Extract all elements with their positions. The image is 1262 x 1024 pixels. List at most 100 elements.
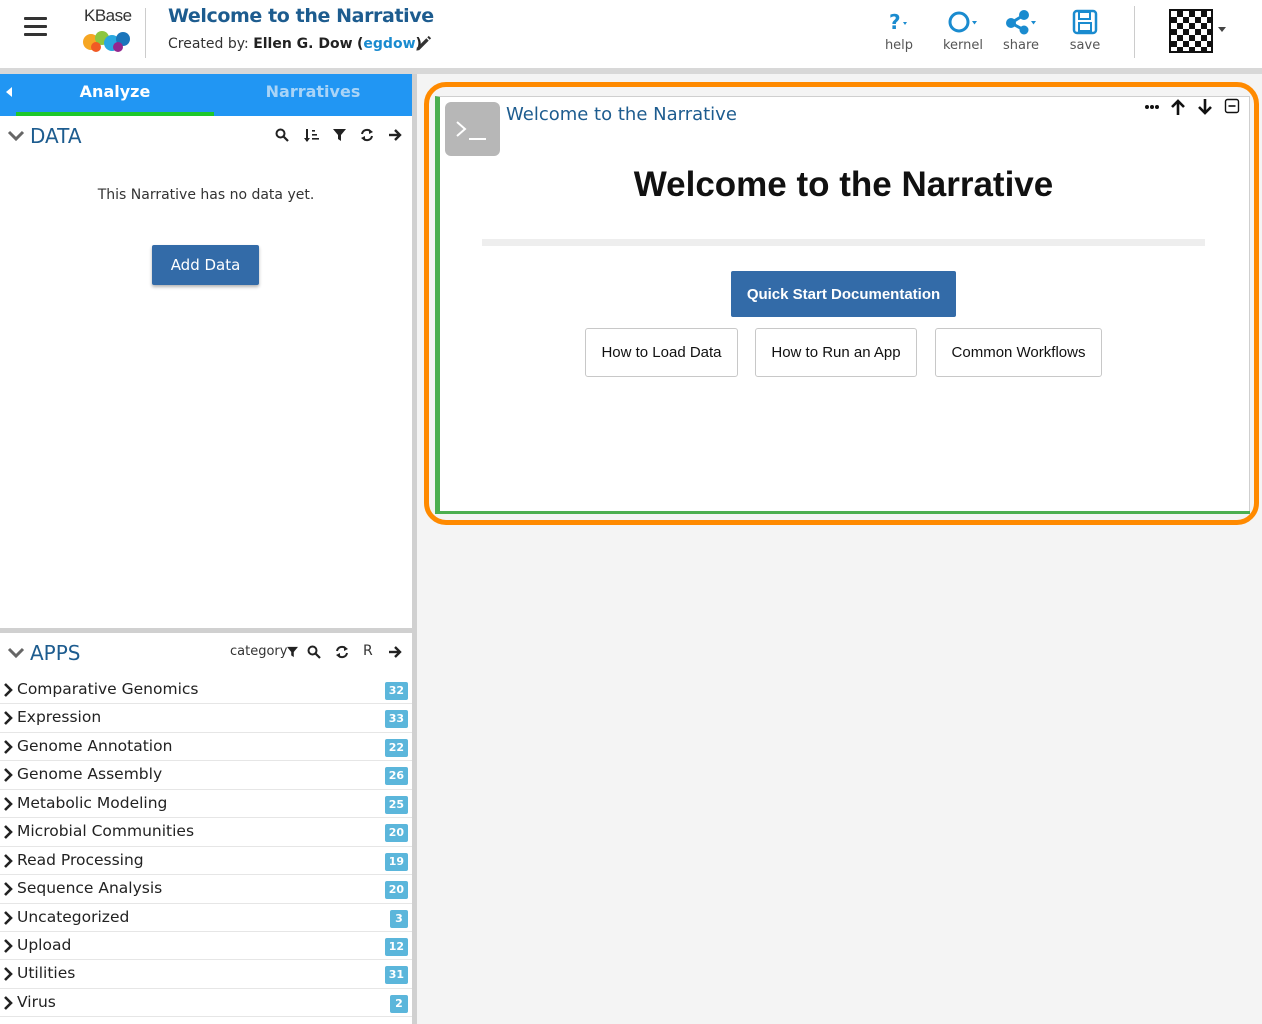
help-button[interactable]: ? help	[871, 8, 927, 53]
user-avatar[interactable]	[1169, 9, 1213, 53]
help-label: help	[884, 38, 914, 53]
apps-refresh-icon[interactable]	[335, 645, 349, 659]
author-username-link[interactable]: egdow	[363, 36, 415, 52]
how-to-load-data-button[interactable]: How to Load Data	[585, 328, 738, 377]
category-filter-icon	[287, 646, 299, 657]
chevron-right-icon	[4, 910, 13, 925]
move-cell-up-arrow-icon[interactable]	[1170, 98, 1186, 120]
hamburger-menu-icon[interactable]	[24, 17, 47, 37]
category-count-badge: 22	[384, 738, 408, 757]
category-label: Upload	[17, 935, 72, 954]
category-row-genome-assembly[interactable]: Genome Assembly 26	[0, 761, 412, 790]
tab-analyze[interactable]: Analyze	[16, 74, 214, 116]
how-to-run-an-app-button[interactable]: How to Run an App	[755, 328, 917, 377]
common-workflows-button[interactable]: Common Workflows	[935, 328, 1102, 377]
save-icon	[1057, 8, 1113, 36]
data-refresh-icon[interactable]	[360, 128, 374, 142]
move-cell-down-arrow-icon[interactable]	[1197, 98, 1213, 120]
share-label: share	[1002, 38, 1040, 53]
apps-category-filter[interactable]: category	[230, 644, 299, 659]
category-label: Microbial Communities	[17, 822, 195, 841]
category-row-comparative-genomics[interactable]: Comparative Genomics 32	[0, 676, 412, 705]
collapse-cell-minus-icon[interactable]	[1224, 98, 1240, 118]
collapse-panel-icon[interactable]	[6, 87, 12, 97]
category-label: Genome Annotation	[17, 736, 173, 755]
data-sort-icon[interactable]	[304, 128, 320, 143]
narrative-title[interactable]: Welcome to the Narrative	[168, 5, 434, 27]
cell-bottom-border	[435, 511, 1250, 514]
share-icon	[993, 8, 1049, 36]
data-section-title: DATA	[30, 124, 82, 148]
category-row-read-processing[interactable]: Read Processing 19	[0, 847, 412, 876]
apps-section-divider	[0, 628, 412, 633]
data-empty-message: This Narrative has no data yet.	[97, 187, 315, 203]
category-label: Genome Assembly	[17, 765, 163, 784]
chevron-right-icon	[4, 739, 13, 754]
category-row-microbial-communities[interactable]: Microbial Communities 20	[0, 818, 412, 847]
category-label: Sequence Analysis	[17, 879, 163, 898]
category-label: Uncategorized	[17, 907, 130, 926]
category-row-sequence-analysis[interactable]: Sequence Analysis 20	[0, 875, 412, 904]
narrative-created-by: Created by: Ellen G. Dow (egdow)	[168, 36, 422, 52]
category-row-expression[interactable]: Expression 33	[0, 704, 412, 733]
user-menu-caret-icon[interactable]	[1218, 27, 1226, 32]
chevron-right-icon	[4, 995, 13, 1010]
category-count-badge: 12	[384, 937, 408, 956]
data-expand-arrow-icon[interactable]	[388, 128, 402, 142]
edit-title-pencil-icon[interactable]	[414, 34, 433, 57]
category-label: Virus	[17, 992, 56, 1011]
chevron-right-icon	[4, 967, 13, 982]
category-label: Utilities	[17, 964, 76, 983]
category-count-badge: 33	[384, 710, 408, 729]
category-row-utilities[interactable]: Utilities 31	[0, 960, 412, 989]
category-row-metabolic-modeling[interactable]: Metabolic Modeling 25	[0, 790, 412, 819]
add-data-button[interactable]: Add Data	[152, 245, 259, 285]
side-panel: Analyze Narratives DATA This Narrative h…	[0, 74, 412, 1024]
apps-r-button[interactable]: R	[363, 643, 373, 659]
apps-section-header: APPS category R	[0, 637, 412, 671]
share-button[interactable]: share	[993, 8, 1049, 53]
data-search-icon[interactable]	[275, 128, 289, 142]
header-divider	[145, 8, 146, 58]
category-row-upload[interactable]: Upload 12	[0, 932, 412, 961]
apps-expand-arrow-icon[interactable]	[388, 645, 402, 659]
chevron-right-icon	[4, 882, 13, 896]
collapse-apps-chevron-icon[interactable]	[7, 643, 25, 661]
help-icon: ?	[871, 8, 927, 36]
logo-text: KBase	[84, 6, 132, 25]
category-label: Expression	[17, 708, 102, 727]
kernel-icon	[935, 8, 991, 36]
heading-divider	[482, 239, 1205, 246]
created-prefix: Created by:	[168, 36, 249, 52]
app-category-list: Comparative Genomics 32 Expression 33 Geno…	[0, 676, 412, 1018]
quick-start-documentation-button[interactable]: Quick Start Documentation	[731, 271, 956, 317]
category-row-genome-annotation[interactable]: Genome Annotation 22	[0, 733, 412, 762]
category-label: Comparative Genomics	[17, 680, 199, 698]
cell-title: Welcome to the Narrative	[506, 104, 737, 125]
category-count-badge: 19	[384, 852, 408, 871]
category-count-badge: 32	[384, 682, 408, 700]
apps-section-title: APPS	[30, 641, 81, 665]
side-panel-tabs: Analyze Narratives	[0, 74, 412, 116]
category-label: Metabolic Modeling	[17, 793, 168, 812]
kernel-button[interactable]: kernel	[935, 8, 991, 53]
save-button[interactable]: save	[1057, 8, 1113, 53]
category-count-badge: 25	[384, 795, 408, 814]
apps-search-icon[interactable]	[307, 645, 321, 659]
cell-more-options-icon[interactable]	[1144, 99, 1160, 119]
chevron-right-icon	[4, 796, 13, 811]
category-count-badge: 20	[384, 881, 408, 900]
collapse-data-chevron-icon[interactable]	[7, 126, 25, 144]
chevron-right-icon	[4, 768, 13, 783]
category-count-badge: 2	[390, 994, 408, 1013]
kbase-logo[interactable]: KBase	[80, 6, 136, 54]
category-count-badge: 3	[390, 909, 408, 928]
save-label: save	[1069, 38, 1101, 53]
category-row-virus[interactable]: Virus 2	[0, 989, 412, 1018]
category-row-uncategorized[interactable]: Uncategorized 3	[0, 904, 412, 932]
markdown-cell-terminal-icon	[445, 102, 500, 156]
data-filter-icon[interactable]	[333, 128, 346, 142]
svg-text:?: ?	[889, 10, 901, 34]
tab-narratives[interactable]: Narratives	[214, 74, 412, 116]
category-count-badge: 20	[384, 824, 408, 843]
